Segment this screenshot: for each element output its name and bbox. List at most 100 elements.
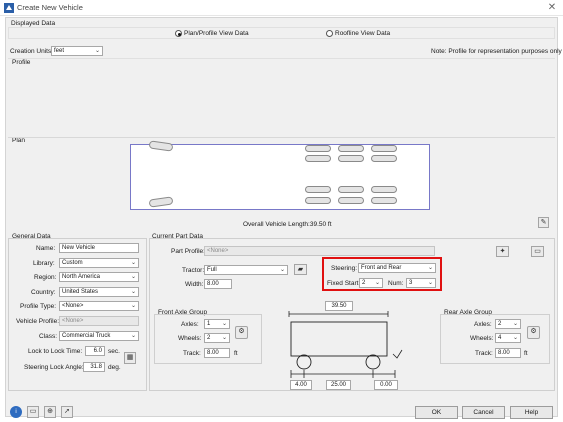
rear-tire	[338, 197, 364, 204]
front-track-unit: ft	[234, 350, 238, 357]
creation-units-select[interactable]: feet ⌄	[51, 46, 103, 56]
fixed-start-select[interactable]: 2 ⌄	[359, 278, 383, 288]
front-axles-value: 1	[207, 321, 211, 327]
vehicle-profile-select[interactable]: <None>	[59, 316, 139, 326]
rear-tire	[371, 197, 397, 204]
country-label: Country:	[31, 289, 56, 296]
rear-tire	[305, 145, 331, 152]
rear-tire	[371, 145, 397, 152]
library-select[interactable]: Custom ⌄	[59, 258, 139, 268]
creation-units-label: Creation Units:	[10, 48, 53, 55]
creation-units-value: feet	[54, 48, 65, 54]
rear-tire	[338, 145, 364, 152]
export-icon[interactable]: ➚	[61, 406, 73, 418]
chevron-down-icon: ⌄	[130, 289, 136, 295]
vehicle-profile-value: <None>	[62, 318, 84, 324]
steering-value: Front and Rear	[361, 265, 402, 271]
chevron-down-icon: ⌄	[130, 274, 136, 280]
rear-tire	[305, 197, 331, 204]
wheelbase-field[interactable]: 25.00	[326, 380, 351, 390]
tractor-value: Full	[207, 267, 217, 273]
radio-roofline[interactable]	[326, 30, 333, 37]
chevron-down-icon: ⌄	[221, 321, 227, 327]
num-select[interactable]: 3 ⌄	[406, 278, 436, 288]
region-select[interactable]: North America ⌄	[59, 272, 139, 282]
region-label: Region:	[34, 274, 57, 281]
tractor-label: Tractor:	[182, 267, 205, 274]
edit-icon[interactable]: ✎	[538, 217, 549, 228]
chevron-down-icon: ⌄	[512, 321, 518, 327]
displayed-data-group	[8, 27, 555, 39]
rear-tire	[371, 155, 397, 162]
window-icon[interactable]: ▭	[531, 246, 544, 257]
profile-note: Note: Profile for representation purpose…	[431, 48, 562, 55]
gear-icon[interactable]: ⚙	[235, 326, 248, 339]
target-icon[interactable]: ⊕	[44, 406, 56, 418]
country-value: United States	[62, 289, 99, 295]
title-bar: Create New Vehicle ✕	[0, 0, 563, 16]
radio-plan-profile[interactable]	[175, 30, 182, 37]
front-axles-select[interactable]: 1 ⌄	[204, 319, 230, 329]
chevron-down-icon: ⌄	[221, 335, 227, 341]
profile-area	[8, 58, 555, 135]
library-value: Custom	[62, 260, 83, 266]
width-label: Width:	[185, 281, 204, 288]
rear-track-label: Track:	[475, 350, 493, 357]
chevron-down-icon: ⌄	[130, 303, 136, 309]
class-value: Commercial Truck	[62, 333, 111, 339]
name-label: Name:	[36, 245, 56, 252]
tractor-select[interactable]: Full ⌄	[204, 265, 288, 275]
ok-button[interactable]: OK	[415, 406, 458, 419]
chevron-down-icon: ⌄	[427, 280, 433, 286]
rear-overhang-field[interactable]: 0.00	[374, 380, 398, 390]
rear-tire	[305, 155, 331, 162]
profile-type-value: <None>	[62, 303, 84, 309]
lock-time-unit: sec.	[108, 348, 120, 355]
country-select[interactable]: United States ⌄	[59, 287, 139, 297]
name-field[interactable]: New Vehicle	[59, 243, 139, 253]
front-track-label: Track:	[183, 350, 201, 357]
rear-track-field[interactable]: 8.00	[495, 348, 521, 358]
steering-select[interactable]: Front and Rear ⌄	[358, 263, 436, 273]
folder-icon[interactable]: ▭	[27, 406, 39, 418]
profile-type-label: Profile Type:	[20, 303, 57, 310]
front-track-field[interactable]: 8.00	[204, 348, 230, 358]
part-profile-select[interactable]: <None>	[204, 246, 435, 256]
rear-tire	[338, 155, 364, 162]
steering-angle-unit: deg.	[108, 364, 121, 371]
lock-time-label: Lock to Lock Time:	[28, 348, 83, 355]
class-label: Class:	[39, 333, 58, 340]
vehicle-icon[interactable]: ▰	[294, 264, 307, 275]
front-overhang-field[interactable]: 4.00	[290, 380, 312, 390]
cancel-button[interactable]: Cancel	[462, 406, 505, 419]
info-icon[interactable]: i	[10, 406, 22, 418]
rear-track-unit: ft	[524, 350, 528, 357]
front-axles-label: Axles:	[181, 321, 199, 328]
chevron-down-icon: ⌄	[374, 280, 380, 286]
overall-length: Overall Vehicle Length:39.50 ft	[243, 221, 332, 228]
front-wheels-label: Wheels:	[178, 335, 202, 342]
lock-time-field[interactable]: 6.0	[85, 346, 105, 356]
num-label: Num:	[388, 280, 404, 287]
rear-axles-select[interactable]: 2 ⌄	[495, 319, 521, 329]
profile-type-select[interactable]: <None> ⌄	[59, 301, 139, 311]
steering-label: Steering:	[331, 265, 358, 272]
chevron-down-icon: ⌄	[94, 48, 100, 54]
radio-plan-profile-label: Plan/Profile View Data	[184, 30, 249, 37]
rear-wheels-label: Wheels:	[470, 335, 494, 342]
displayed-data-label: Displayed Data	[11, 20, 56, 27]
width-field[interactable]: 8.00	[204, 279, 232, 289]
close-icon[interactable]: ✕	[545, 1, 559, 15]
front-wheels-value: 2	[207, 335, 211, 341]
chevron-down-icon: ⌄	[130, 333, 136, 339]
gear-icon[interactable]: ⚙	[527, 326, 540, 339]
settings-icon[interactable]: ✦	[496, 246, 509, 257]
app-icon	[4, 3, 14, 13]
front-wheels-select[interactable]: 2 ⌄	[204, 333, 230, 343]
steering-angle-field[interactable]: 31.8	[83, 362, 105, 372]
help-button[interactable]: Help	[510, 406, 553, 419]
chevron-down-icon: ⌄	[427, 265, 433, 271]
class-select[interactable]: Commercial Truck ⌄	[59, 331, 139, 341]
calculator-icon[interactable]: ▦	[124, 352, 136, 364]
rear-wheels-select[interactable]: 4 ⌄	[495, 333, 521, 343]
